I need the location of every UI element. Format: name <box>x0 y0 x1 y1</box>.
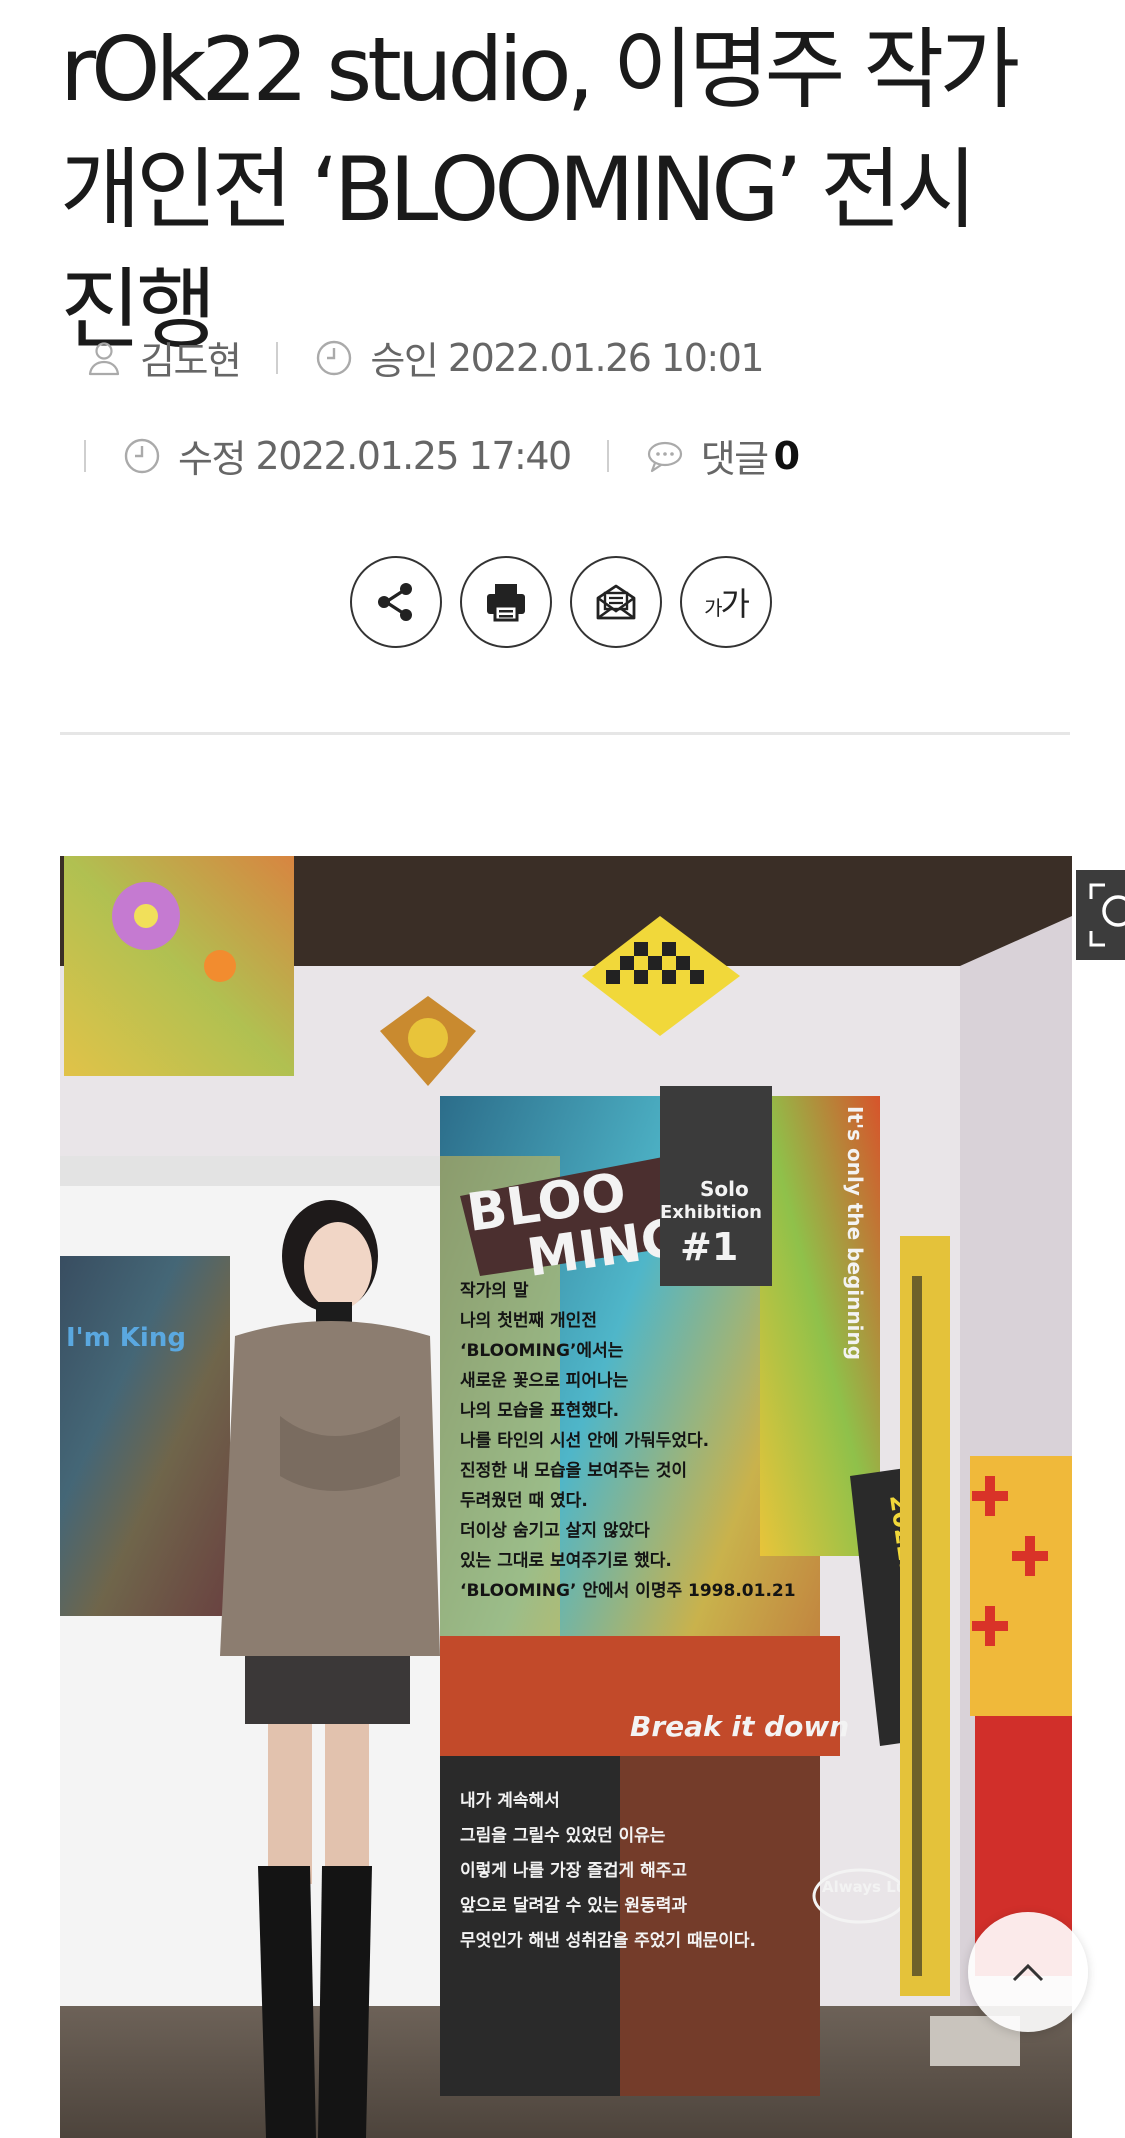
share-button[interactable] <box>350 556 442 648</box>
bottom-note-line: 내가 계속해서 <box>460 1791 560 1811</box>
artist-note-title: 작가의 말 <box>460 1280 529 1301</box>
scroll-to-top-button[interactable] <box>968 1912 1088 2032</box>
break-it-down-text: Break it down <box>630 1710 849 1743</box>
header-divider <box>60 732 1070 735</box>
article-photo[interactable]: BLOO MING Solo Exhibition #1 작가의 말 나의 첫번… <box>60 856 1072 2138</box>
bottom-note-line: 무엇인가 해낸 성취감을 주었기 때문이다. <box>460 1930 756 1951</box>
clock-icon <box>122 436 162 476</box>
clock-icon <box>314 338 354 378</box>
modified-info: 수정 2022.01.25 17:40 <box>122 428 573 483</box>
solo-line-1: Solo <box>700 1177 749 1201</box>
artist-note-line: 나의 모습을 표현했다. <box>460 1400 619 1421</box>
artist-note-line: 나를 타인의 시선 안에 가둬두었다. <box>460 1430 709 1451</box>
approved-time: 2022.01.26 10:01 <box>447 335 765 380</box>
artist-note-line: 두려웠던 때 였다. <box>460 1491 588 1511</box>
side-text: It's only the beginning <box>843 1106 867 1360</box>
author-info: 김도현 <box>84 330 242 385</box>
bottom-note-line: 그림을 그릴수 있었던 이유는 <box>460 1825 666 1846</box>
comment-count: 0 <box>773 433 800 478</box>
email-button[interactable] <box>570 556 662 648</box>
comment-label: 댓글 <box>700 437 769 481</box>
article-meta-row-1: 김도현 승인 2022.01.26 10:01 <box>84 330 765 385</box>
artist-note-line: 진정한 내 모습을 보여주는 것이 <box>460 1461 687 1481</box>
print-button[interactable] <box>460 556 552 648</box>
article-toolbar: 가가 <box>350 556 790 648</box>
zoom-wrap <box>60 856 1125 976</box>
share-icon <box>378 583 412 621</box>
font-size-large-label: 가 <box>720 585 749 623</box>
magnifier-icon <box>1089 883 1125 947</box>
speech-bubble-icon <box>645 436 685 476</box>
artist-note-line: ‘BLOOMING’ 안에서 이명주 1998.01.21 <box>460 1581 796 1601</box>
bottom-note-line: 이렇게 나를 가장 즐겁게 해주고 <box>460 1861 687 1881</box>
article-headline: rOk22 studio, 이명주 작가 개인전 ‘BLOOMING’ 전시 진… <box>60 18 1020 361</box>
meta-separator <box>276 341 279 374</box>
artist-note-line: ‘BLOOMING’에서는 <box>460 1341 624 1361</box>
font-size-small-label: 가 <box>704 596 722 620</box>
meta-separator <box>84 439 86 472</box>
printer-icon <box>487 584 525 622</box>
author-name[interactable]: 김도현 <box>140 330 242 385</box>
font-size-label: 가가 <box>704 579 750 625</box>
approved-label: 승인 <box>370 339 438 383</box>
artist-note-line: 새로운 꽃으로 피어나는 <box>460 1371 629 1391</box>
bottom-note-line: 앞으로 달려갈 수 있는 원동력과 <box>460 1895 687 1916</box>
artist-note-line: 더이상 숨기고 살지 않았다 <box>460 1521 650 1541</box>
modified-time: 2022.01.25 17:40 <box>255 433 573 478</box>
modified-label: 수정 <box>178 437 246 481</box>
artist-note-line: 있는 그대로 보여주기로 했다. <box>460 1550 672 1571</box>
photo-zoom-button[interactable] <box>1076 870 1125 960</box>
exhibition-photo-illustration: BLOO MING Solo Exhibition #1 작가의 말 나의 첫번… <box>60 856 1072 2138</box>
solo-number: #1 <box>680 1225 738 1269</box>
chevron-up-icon <box>1012 1963 1044 1982</box>
artist-note-line: 나의 첫번째 개인전 <box>460 1310 597 1331</box>
envelope-icon <box>596 584 636 620</box>
font-size-button[interactable]: 가가 <box>680 556 772 648</box>
solo-line-2: Exhibition <box>660 1202 762 1223</box>
approved-info: 승인 2022.01.26 10:01 <box>314 330 765 385</box>
meta-separator <box>606 439 609 472</box>
person-icon <box>84 338 124 378</box>
comment-info[interactable]: 댓글 0 <box>645 428 800 483</box>
article-meta-row-2: 수정 2022.01.25 17:40 댓글 0 <box>84 428 800 483</box>
article-page: rOk22 studio, 이명주 작가 개인전 ‘BLOOMING’ 전시 진… <box>0 0 1125 2138</box>
canvas-text: I'm King <box>66 1323 186 1353</box>
